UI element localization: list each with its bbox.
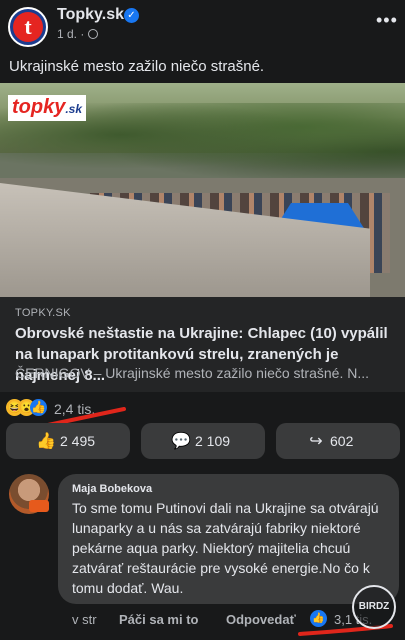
page-avatar-logo: t [13,12,43,42]
logo-suffix: .sk [65,102,83,116]
comment-button[interactable]: 💬 2 109 [141,423,265,459]
more-options-icon[interactable]: ••• [376,10,398,31]
thumbs-up-icon: 👍 [36,433,56,450]
globe-icon [88,29,99,39]
post-header: t Topky.sk ✓ 1 d. · ••• [0,0,405,50]
topky-logo: topky.sk [8,95,87,121]
share-arrow-icon: ↪ [309,433,323,450]
comment-count: 2 109 [195,433,231,449]
birdz-watermark: BIRDZ [352,585,396,629]
comment-time[interactable]: v str [72,612,97,627]
link-description: ČERNIGOV – Ukrajinské mesto zažilo niečo… [15,365,370,381]
like-button[interactable]: 👍 2 495 [6,423,130,459]
post-meta: 1 d. · [57,27,99,41]
post-text: Ukrajinské mesto zažilo niečo strašné. [9,58,265,75]
comment-text: To sme tomu Putinovi dali na Ukrajine sa… [72,500,379,596]
commenter-badge-icon [29,500,49,512]
logo-text: topky [12,96,66,118]
share-count: 602 [330,433,354,449]
page-name[interactable]: Topky.sk [57,6,124,24]
page-avatar[interactable]: t [8,7,48,47]
comment-reply-button[interactable]: Odpovedať [226,612,296,627]
share-button[interactable]: ↪ 602 [276,423,400,459]
comment-bubble-icon: 💬 [171,433,191,450]
comment-like-button[interactable]: Páči sa mi to [119,612,198,627]
post-time[interactable]: 1 d. · [57,27,84,41]
link-source: TOPKY.SK [15,307,71,319]
like-count: 2 495 [60,433,96,449]
verified-badge-icon: ✓ [124,8,139,23]
commenter-name[interactable]: Maja Bobekova [72,483,152,495]
post-image[interactable]: topky.sk [0,83,405,297]
